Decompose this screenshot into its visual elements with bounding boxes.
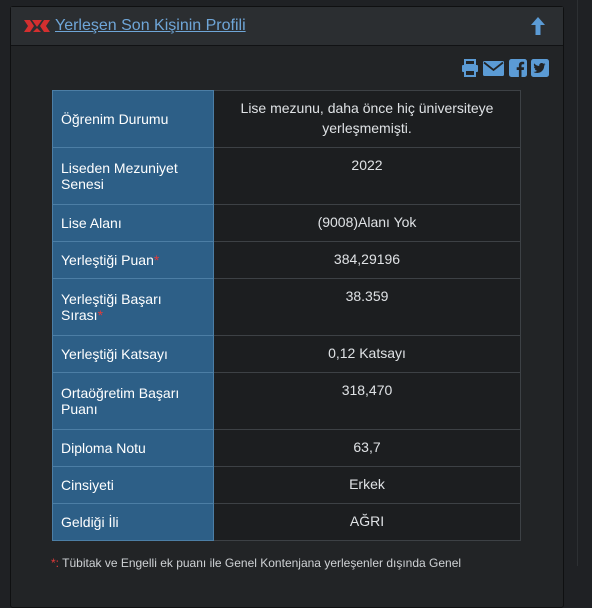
table-row: Diploma Notu 63,7 (52, 429, 521, 467)
table-row: Yerleştiği Puan* 384,29196 (52, 241, 521, 279)
row-value: 318,470 (213, 372, 521, 430)
footnote: *: Tübitak ve Engelli ek puanı ile Genel… (51, 556, 461, 570)
panel-title-link[interactable]: Yerleşen Son Kişinin Profili (55, 17, 246, 35)
row-label: Geldiği İli (52, 503, 214, 541)
footnote-star: *: (51, 556, 60, 570)
row-label-text: Cinsiyeti (61, 477, 114, 493)
row-label-text: Yerleştiği Katsayı (61, 346, 168, 362)
required-star: * (97, 307, 104, 323)
profile-table: Öğrenim Durumu Lise mezunu, daha önce hiç… (52, 90, 521, 541)
row-label: Yerleştiği Katsayı (52, 335, 214, 373)
row-label-text: Öğrenim Durumu (61, 111, 169, 127)
yok-logo-icon (24, 20, 50, 32)
panel-header: Yerleşen Son Kişinin Profili (11, 7, 563, 46)
twitter-icon[interactable] (531, 59, 549, 77)
row-label-text: Liseden Mezuniyet Senesi (61, 160, 178, 192)
table-row: Yerleştiği Başarı Sırası* 38.359 (52, 278, 521, 336)
required-star: * (153, 252, 160, 268)
share-toolbar (461, 59, 561, 79)
page-edge (577, 0, 578, 566)
arrow-up-icon[interactable] (530, 17, 546, 35)
row-label-text: Diploma Notu (61, 440, 146, 456)
row-label: Öğrenim Durumu (52, 90, 214, 148)
row-label: Lise Alanı (52, 204, 214, 242)
row-value: 384,29196 (213, 241, 521, 279)
row-value: 0,12 Katsayı (213, 335, 521, 373)
table-row: Öğrenim Durumu Lise mezunu, daha önce hiç… (52, 90, 521, 148)
row-label-text: Lise Alanı (61, 215, 122, 231)
row-label-text: Geldiği İli (61, 514, 119, 530)
row-value: 38.359 (213, 278, 521, 336)
table-row: Geldiği İli AĞRI (52, 503, 521, 541)
row-label-text: Yerleştiği Puan (61, 252, 154, 268)
row-value: Lise mezunu, daha önce hiç üniversiteye … (213, 90, 521, 148)
row-label: Diploma Notu (52, 429, 214, 467)
row-label: Yerleştiği Başarı Sırası* (52, 278, 214, 336)
table-row: Liseden Mezuniyet Senesi 2022 (52, 147, 521, 205)
row-value: 2022 (213, 147, 521, 205)
row-label: Cinsiyeti (52, 466, 214, 504)
table-row: Cinsiyeti Erkek (52, 466, 521, 504)
row-label: Liseden Mezuniyet Senesi (52, 147, 214, 205)
profile-panel: Yerleşen Son Kişinin Profili Öğrenim Dur… (10, 6, 564, 608)
envelope-icon[interactable] (483, 59, 504, 77)
row-label: Ortaöğretim Başarı Puanı (52, 372, 214, 430)
row-label: Yerleştiği Puan* (52, 241, 214, 279)
print-icon[interactable] (461, 59, 479, 77)
footnote-text: Tübitak ve Engelli ek puanı ile Genel Ko… (62, 556, 462, 570)
table-row: Ortaöğretim Başarı Puanı 318,470 (52, 372, 521, 430)
table-row: Lise Alanı (9008)Alanı Yok (52, 204, 521, 242)
row-value: 63,7 (213, 429, 521, 467)
row-value: AĞRI (213, 503, 521, 541)
facebook-icon[interactable] (509, 59, 527, 77)
row-value: Erkek (213, 466, 521, 504)
row-label-text: Ortaöğretim Başarı Puanı (61, 385, 180, 417)
table-row: Yerleştiği Katsayı 0,12 Katsayı (52, 335, 521, 373)
row-label-text: Yerleştiği Başarı Sırası (61, 291, 162, 323)
row-value: (9008)Alanı Yok (213, 204, 521, 242)
